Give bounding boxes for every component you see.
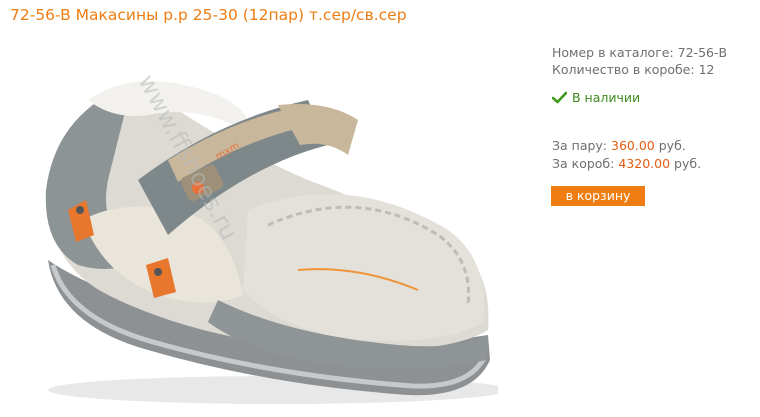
stock-status: В наличии <box>552 90 640 105</box>
price-box-row: За короб: 4320.00 руб. <box>552 155 701 173</box>
catalog-number-label: Номер в каталоге: <box>552 45 674 60</box>
price-box-currency: руб. <box>674 156 702 171</box>
box-quantity-row: Количество в коробе: 12 <box>552 61 727 78</box>
price-box-label: За короб: <box>552 156 615 171</box>
box-quantity-value: 12 <box>698 62 715 77</box>
price-pair-currency: руб. <box>658 138 686 153</box>
product-photo[interactable]: mxm www.ffshoes.ru <box>28 60 498 410</box>
price-block: За пару: 360.00 руб. За короб: 4320.00 р… <box>552 137 701 173</box>
catalog-number-value: 72-56-B <box>677 45 728 60</box>
price-box-value: 4320.00 <box>618 156 671 171</box>
add-to-cart-button[interactable]: в корзину <box>551 186 645 206</box>
stock-status-label: В наличии <box>572 90 641 105</box>
product-info: Номер в каталоге: 72-56-B Количество в к… <box>552 44 727 78</box>
price-pair-row: За пару: 360.00 руб. <box>552 137 701 155</box>
price-pair-label: За пару: <box>552 138 608 153</box>
catalog-number-row: Номер в каталоге: 72-56-B <box>552 44 727 61</box>
box-quantity-label: Количество в коробе: <box>552 62 695 77</box>
product-title: 72-56-B Макасины р.р 25-30 (12пар) т.сер… <box>10 6 407 24</box>
price-pair-value: 360.00 <box>611 138 655 153</box>
checkmark-icon <box>552 91 567 104</box>
